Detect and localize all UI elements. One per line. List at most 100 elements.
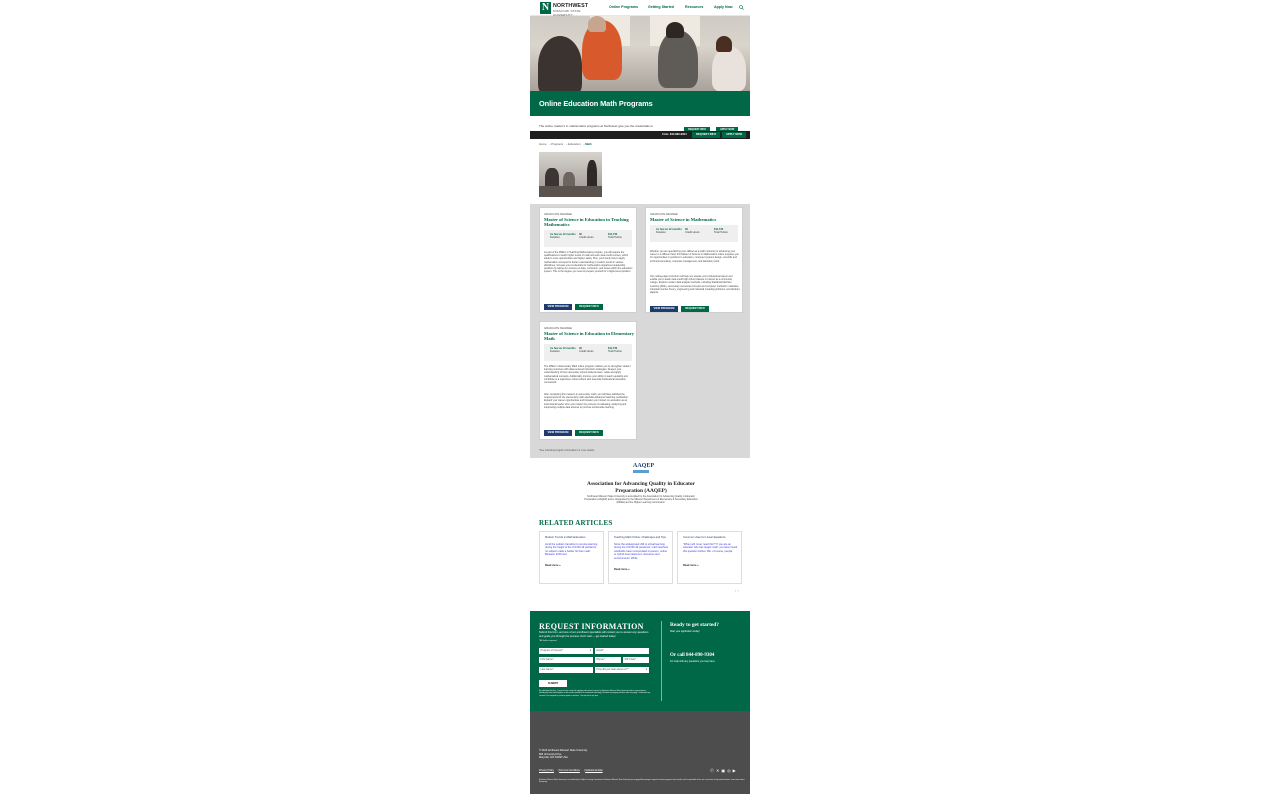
- aaqep-title: Association for Advancing Quality in Edu…: [587, 481, 695, 494]
- stat-tuition-label: Total Tuition: [608, 350, 622, 354]
- article-title[interactable]: Teaching Math Online: Challenges and Tip…: [614, 536, 670, 539]
- classroom-photo: [539, 152, 602, 197]
- article-excerpt: Amid the sudden transition to remote lea…: [545, 543, 598, 557]
- page: N NORTHWEST MISSOURI STATE UNIVERSITY On…: [530, 0, 750, 794]
- footer-address: © 2024 Northwest Missouri State Universi…: [539, 749, 587, 760]
- call-subtitle: For help with any questions you may have…: [670, 660, 716, 663]
- programs-footnote: *See individual program information for …: [539, 449, 595, 452]
- referral-select-value: How did you hear about us?*: [596, 668, 629, 671]
- email-field[interactable]: Email*: [595, 648, 649, 654]
- submit-button[interactable]: SUBMIT: [539, 680, 567, 687]
- aaqep-text: Northwest Missouri State University is a…: [584, 495, 698, 505]
- hero-image: [530, 16, 750, 91]
- page-title: Online Education Math Programs: [539, 99, 653, 108]
- nav-apply-now[interactable]: Apply Now: [714, 5, 733, 9]
- logo-mark: N: [540, 2, 551, 14]
- nav-getting-started[interactable]: Getting Started: [648, 5, 674, 9]
- article-excerpt: "When will I ever need this?" If you are…: [683, 543, 738, 553]
- youtube-icon[interactable]: ▶: [733, 768, 737, 773]
- legal-text: Northwest Missouri State University is a…: [539, 779, 745, 784]
- program-select[interactable]: Program of Interest* ▾: [539, 648, 593, 654]
- program-title[interactable]: Master of Science in Education in Elemen…: [544, 331, 636, 341]
- photo-desks: [539, 186, 602, 197]
- footer-links: Privacy Policy | Terms & Conditions | Inst…: [539, 769, 603, 772]
- call-title[interactable]: Or call 844-890-9304: [670, 653, 714, 658]
- section-divider: [661, 621, 662, 701]
- address-city: Maryville, MO 64468 USA: [539, 756, 568, 760]
- last-name-field[interactable]: Last Name*: [539, 667, 593, 673]
- hero-student: [538, 36, 582, 91]
- request-info-button[interactable]: REQUEST INFO: [575, 430, 603, 436]
- breadcrumb-education[interactable]: Education: [568, 142, 580, 146]
- related-articles-title: RELATED ARTICLES: [539, 519, 613, 527]
- zip-field[interactable]: ZIP Code*: [623, 657, 649, 663]
- nav-resources[interactable]: Resources: [685, 5, 703, 9]
- program-description: The MSEd. in Elementary Math online prog…: [544, 365, 631, 385]
- program-select-value: Program of Interest*: [540, 649, 563, 652]
- search-icon[interactable]: [739, 5, 744, 10]
- hero-student-3-head: [716, 36, 732, 52]
- article-card[interactable]: Modern Trends in Math Education Amid the…: [539, 531, 604, 584]
- article-title[interactable]: Common Uses for Linear Equations: [683, 536, 739, 539]
- instagram-icon[interactable]: ◎: [727, 768, 732, 773]
- article-title[interactable]: Modern Trends in Math Education: [545, 536, 601, 539]
- article-excerpt: Since the widespread shift to virtual le…: [614, 543, 669, 560]
- view-program-button[interactable]: VIEW PROGRAM: [544, 304, 572, 310]
- breadcrumb-home[interactable]: Home: [539, 142, 546, 146]
- referral-select[interactable]: How did you hear about us?* ▾: [595, 667, 649, 673]
- facebook-icon[interactable]: ⓕ: [710, 768, 715, 773]
- nav-online-programs[interactable]: Online Programs: [609, 5, 638, 9]
- breadcrumb-current: Math: [585, 142, 592, 146]
- stat-duration-label: Duration: [656, 231, 666, 235]
- view-program-button[interactable]: VIEW PROGRAM: [650, 306, 678, 312]
- stat-tuition-label: Total Tuition: [608, 236, 622, 240]
- hero-student-3: [712, 46, 746, 91]
- call-link[interactable]: CALL 844-890-9304: [658, 132, 691, 138]
- phone-field[interactable]: Phone*: [595, 657, 621, 663]
- program-description: Whether you are specializing your skills…: [650, 250, 739, 263]
- x-icon[interactable]: ✕: [716, 768, 720, 773]
- program-description-2: Our cutting-edge curriculum will help yo…: [650, 275, 740, 295]
- site-header: N NORTHWEST MISSOURI STATE UNIVERSITY On…: [530, 0, 750, 17]
- linkedin-icon[interactable]: ▣: [721, 768, 726, 773]
- site-logo[interactable]: N NORTHWEST MISSOURI STATE UNIVERSITY: [540, 2, 592, 17]
- institutional-data-link[interactable]: Institutional data: [585, 769, 602, 772]
- privacy-policy-link[interactable]: Privacy Policy: [539, 769, 554, 772]
- hero-student-2-head: [666, 22, 684, 38]
- request-text: Submit this form, and one of our enrollm…: [539, 631, 649, 638]
- request-info-section: REQUEST INFORMATION Submit this form, an…: [530, 611, 750, 711]
- article-card[interactable]: Teaching Math Online: Challenges and Tip…: [608, 531, 673, 584]
- sticky-request-info-button[interactable]: REQUEST INFO: [692, 132, 721, 138]
- program-title[interactable]: Master of Science in Education in Teachi…: [544, 217, 636, 227]
- first-name-field[interactable]: First Name*: [539, 657, 593, 663]
- program-card: GRADUATE DEGREE Master of Science in Mat…: [645, 207, 743, 313]
- chevron-down-icon: ▾: [645, 668, 647, 671]
- hero-teacher-head: [588, 16, 606, 32]
- ready-title: Ready to get started?: [670, 622, 719, 628]
- request-info-button[interactable]: REQUEST INFO: [575, 304, 603, 310]
- read-more-link[interactable]: Read more »: [545, 564, 561, 567]
- program-title[interactable]: Master of Science in Mathematics: [650, 217, 742, 222]
- consent-disclaimer: By submitting this form, I consent to be…: [539, 690, 651, 697]
- aaqep-logo: AAQEP: [633, 463, 654, 476]
- hero-title-band: Online Education Math Programs: [530, 91, 750, 116]
- article-card[interactable]: Common Uses for Linear Equations "When w…: [677, 531, 742, 584]
- breadcrumb-programs[interactable]: Programs: [551, 142, 563, 146]
- stat-credits-label: Credit Hours: [685, 231, 700, 235]
- terms-link[interactable]: Terms & Conditions: [559, 769, 580, 772]
- aaqep-logo-text: AAQEP: [633, 463, 654, 469]
- sticky-apply-now-button[interactable]: APPLY NOW: [722, 132, 746, 138]
- stat-tuition-label: Total Tuition: [714, 231, 728, 235]
- program-stats: As few as 12 months Duration 30 Credit Hou…: [544, 344, 632, 361]
- stat-duration-label: Duration: [550, 236, 560, 240]
- read-more-link[interactable]: Read more »: [614, 568, 630, 571]
- request-info-button[interactable]: REQUEST INFO: [681, 306, 709, 312]
- carousel-arrows[interactable]: ‹ ›: [735, 588, 739, 593]
- read-more-link[interactable]: Read more »: [683, 564, 699, 567]
- request-title: REQUEST INFORMATION: [539, 622, 644, 631]
- intro-text: The online master's in mathematics progr…: [539, 124, 653, 128]
- chevron-down-icon: ▾: [589, 649, 591, 652]
- view-program-button[interactable]: VIEW PROGRAM: [544, 430, 572, 436]
- ready-subtitle[interactable]: Start your application today!: [670, 630, 700, 633]
- aaqep-logo-bar: [633, 470, 649, 473]
